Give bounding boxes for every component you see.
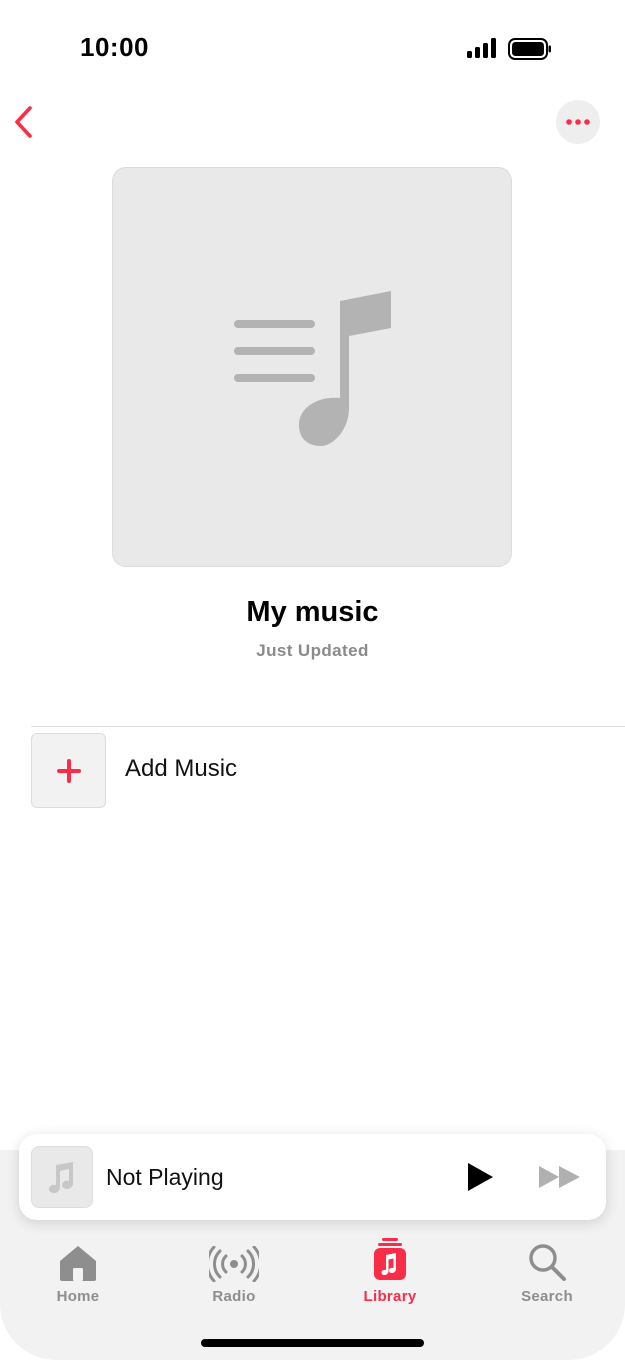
magnifying-glass-icon <box>529 1244 566 1281</box>
fast-forward-button[interactable] <box>537 1164 583 1195</box>
tab-label: Library <box>363 1288 417 1305</box>
divider <box>31 726 625 727</box>
playlist-music-note-icon <box>234 291 391 446</box>
library-icon <box>374 1238 406 1280</box>
fast-forward-icon <box>539 1166 580 1188</box>
playlist-artwork[interactable] <box>112 167 512 567</box>
plus-icon <box>56 758 81 783</box>
play-button[interactable] <box>465 1161 495 1198</box>
tab-label: Search <box>521 1288 573 1305</box>
playlist-subtitle: Just Updated <box>256 641 369 660</box>
add-music-tile[interactable] <box>31 733 106 808</box>
radio-waves-icon <box>209 1246 259 1282</box>
tab-label: Radio <box>212 1288 256 1305</box>
home-indicator[interactable] <box>201 1339 424 1347</box>
now-playing-title: Not Playing <box>106 1164 224 1190</box>
tab-radio[interactable]: Radio <box>174 1236 294 1312</box>
house-icon <box>60 1246 96 1281</box>
battery-icon <box>508 38 551 60</box>
play-icon <box>468 1163 493 1191</box>
music-note-icon <box>49 1162 73 1193</box>
cellular-signal-icon <box>467 38 496 58</box>
tab-library[interactable]: Library <box>330 1236 450 1312</box>
tab-bar: Home Radio Library Search <box>0 1236 625 1316</box>
mini-player[interactable]: Not Playing <box>19 1134 606 1220</box>
tab-home[interactable]: Home <box>18 1236 138 1312</box>
tab-search[interactable]: Search <box>487 1236 607 1312</box>
add-music-row[interactable]: Add Music <box>31 733 591 809</box>
chevron-left-icon <box>15 106 32 138</box>
more-options-button[interactable] <box>556 100 600 144</box>
tab-label: Home <box>56 1288 100 1305</box>
status-time: 10:00 <box>80 32 149 62</box>
playlist-title: My music <box>246 596 379 628</box>
ellipsis-icon <box>566 119 590 125</box>
back-button[interactable] <box>8 102 44 142</box>
mini-player-artwork <box>31 1146 93 1208</box>
add-music-label: Add Music <box>125 755 238 782</box>
